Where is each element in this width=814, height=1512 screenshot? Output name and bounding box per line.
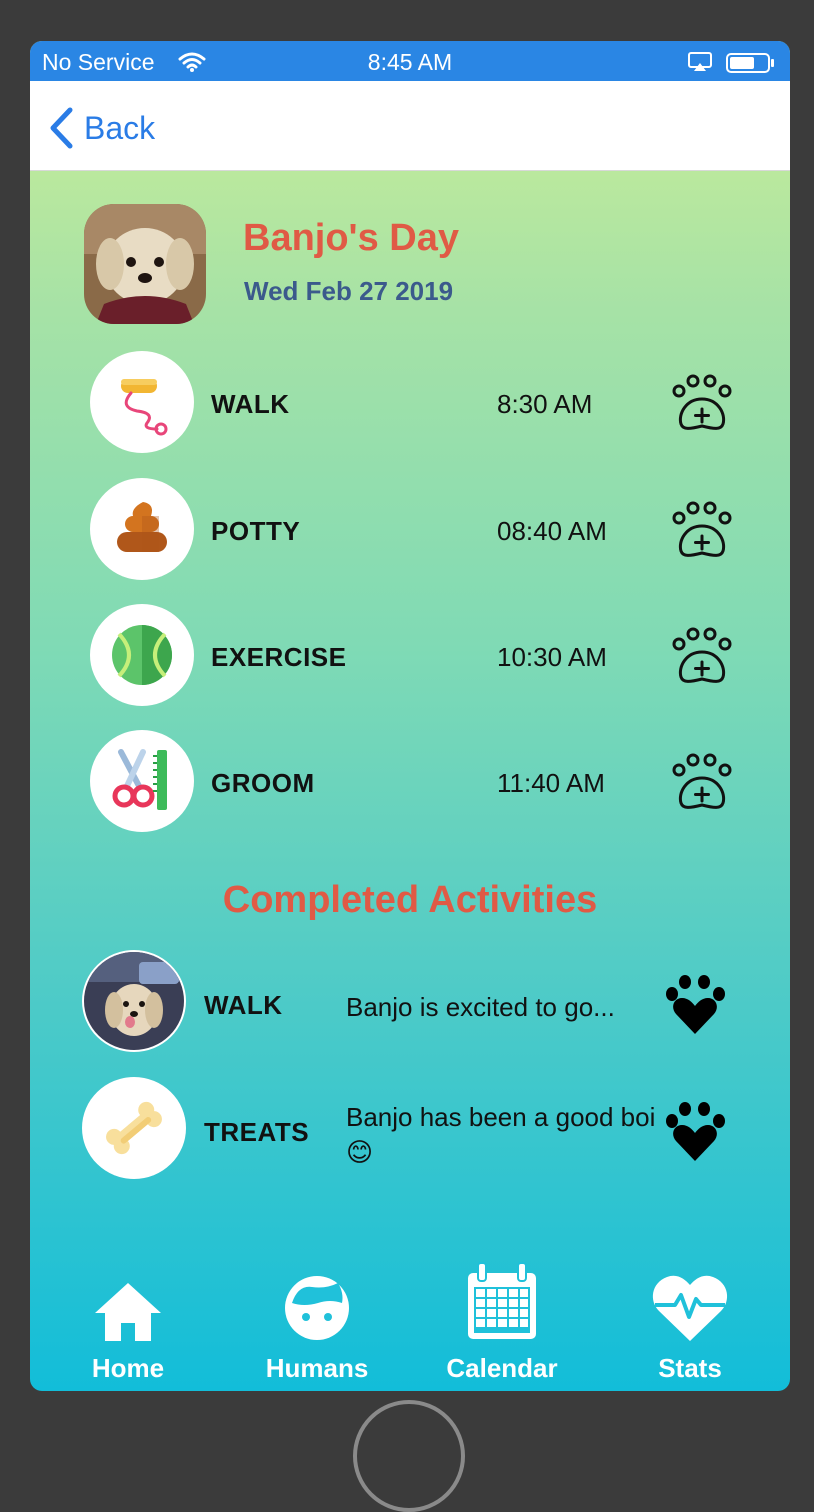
- dog-photo-thumbnail: [82, 950, 186, 1052]
- activity-time: 11:40 AM: [497, 768, 605, 798]
- activity-label: EXERCISE: [211, 642, 347, 672]
- completed-activity-label: WALK: [204, 990, 283, 1020]
- back-label: Back: [84, 109, 156, 146]
- home-icon: [93, 1263, 163, 1343]
- tennis-ball-icon: [90, 604, 194, 706]
- device-home-button[interactable]: [353, 1400, 465, 1512]
- paw-add-icon[interactable]: [672, 499, 734, 566]
- paw-add-icon[interactable]: [672, 751, 734, 818]
- tab-label: Stats: [658, 1353, 722, 1383]
- completed-activity-row[interactable]: WALK Banjo is excited to go...: [82, 950, 742, 1052]
- airplay-icon: [688, 51, 712, 78]
- completed-activity-note: Banjo has been a good boi 😊: [346, 1102, 656, 1167]
- activity-time: 8:30 AM: [497, 389, 593, 419]
- activity-row[interactable]: POTTY 08:40 AM: [90, 478, 740, 580]
- paw-add-icon[interactable]: [672, 372, 734, 439]
- leash-icon: [90, 351, 194, 453]
- tab-calendar[interactable]: Calendar: [422, 1262, 582, 1391]
- completed-activities-heading: Completed Activities: [222, 879, 598, 921]
- tab-home[interactable]: Home: [48, 1263, 208, 1391]
- activity-time: 08:40 AM: [497, 516, 607, 546]
- paw-add-icon[interactable]: [672, 625, 734, 692]
- heartbeat-icon: [649, 1263, 731, 1343]
- calendar-icon: [464, 1262, 540, 1343]
- navigation-bar: Back: [30, 81, 790, 171]
- dog-profile-photo: [84, 204, 206, 324]
- tab-stats[interactable]: Stats: [610, 1263, 770, 1391]
- grooming-scissors-comb-icon: [90, 730, 194, 832]
- activity-label: POTTY: [211, 516, 301, 546]
- paw-heart-icon[interactable]: [664, 1101, 728, 1168]
- back-button[interactable]: Back: [48, 107, 155, 149]
- paw-heart-icon[interactable]: [664, 974, 728, 1041]
- completed-activity-row[interactable]: TREATS Banjo has been a good boi 😊: [82, 1077, 742, 1179]
- activity-row[interactable]: GROOM 11:40 AM: [90, 730, 740, 832]
- status-bar: No Service 8:45 AM: [30, 41, 790, 81]
- activity-label: GROOM: [211, 768, 315, 798]
- bone-icon: [82, 1077, 186, 1179]
- tab-label: Humans: [265, 1353, 369, 1383]
- page-date: Wed Feb 27 2019: [244, 276, 454, 306]
- tab-humans[interactable]: Humans: [237, 1263, 397, 1391]
- face-icon: [282, 1263, 352, 1343]
- phone-screen: No Service 8:45 AM Back Banjo's Day Wed …: [30, 41, 790, 1391]
- chevron-left-icon: [50, 107, 73, 149]
- activity-time: 10:30 AM: [497, 642, 607, 672]
- activity-row[interactable]: EXERCISE 10:30 AM: [90, 604, 740, 706]
- page-title: Banjo's Day: [243, 217, 459, 259]
- completed-activity-label: TREATS: [204, 1117, 310, 1147]
- tab-bar: Home Humans Calendar Stats: [30, 1262, 790, 1391]
- completed-activity-note: Banjo is excited to go...: [346, 992, 615, 1022]
- activity-row[interactable]: WALK 8:30 AM: [90, 351, 740, 453]
- poop-icon: [90, 478, 194, 580]
- status-time: 8:45 AM: [367, 49, 453, 75]
- tab-label: Calendar: [446, 1353, 558, 1383]
- activity-label: WALK: [211, 389, 290, 419]
- battery-icon: [726, 52, 776, 79]
- tab-label: Home: [91, 1353, 165, 1383]
